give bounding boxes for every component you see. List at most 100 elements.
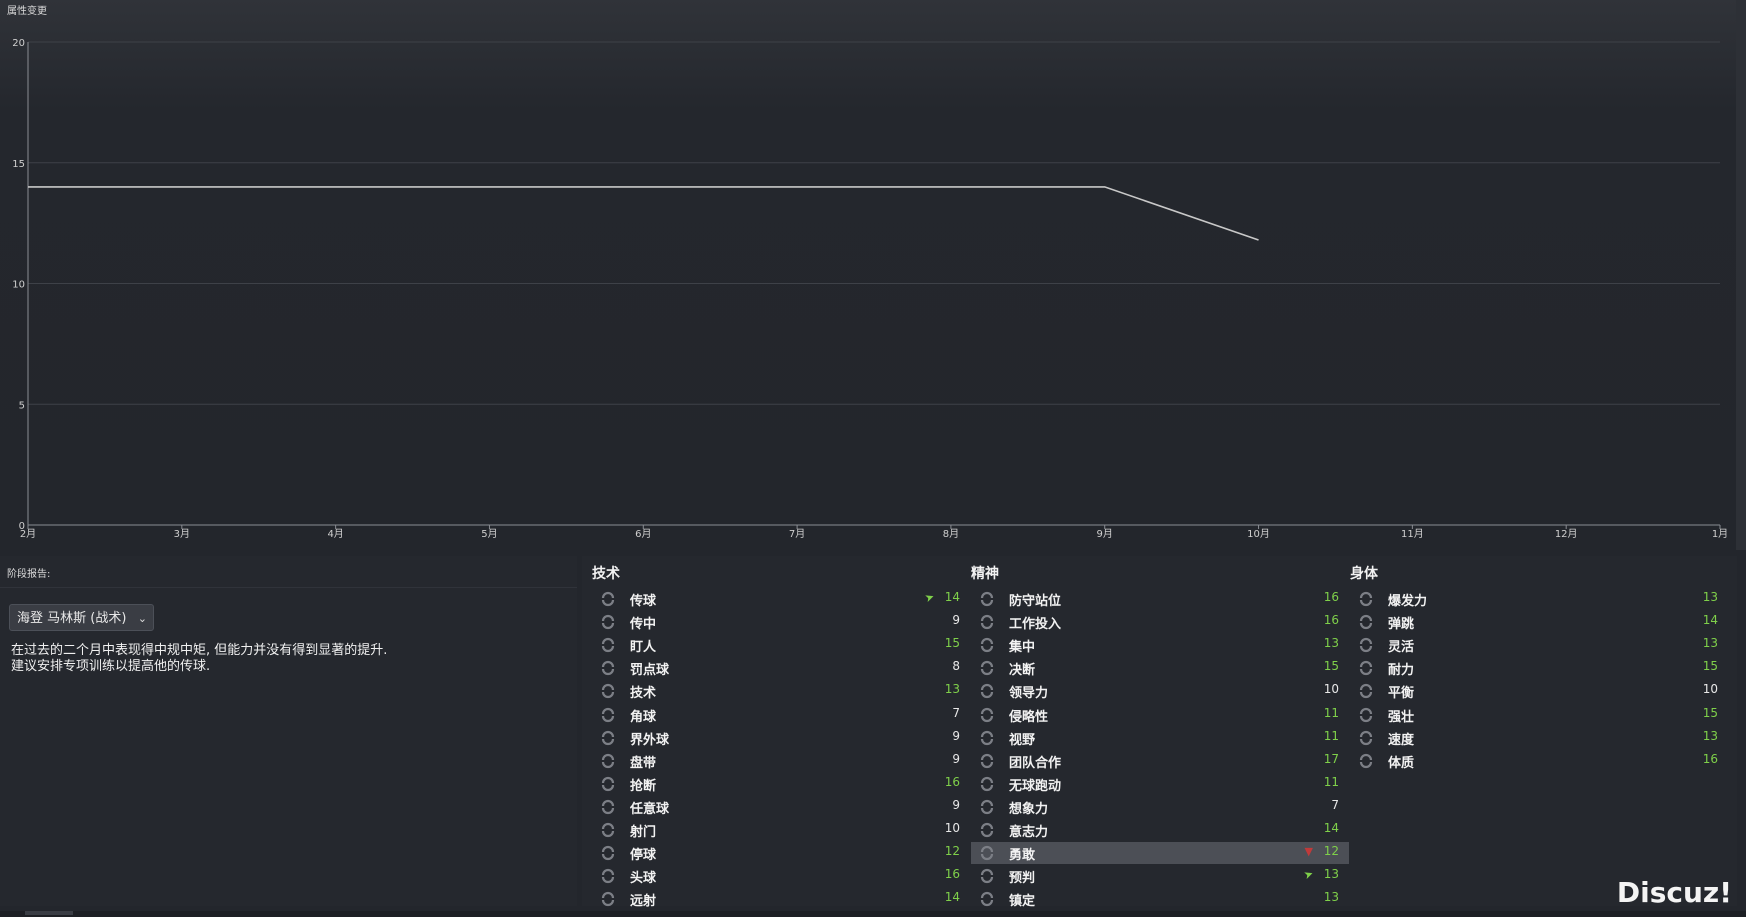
attribute-name: 领导力 bbox=[1009, 686, 1049, 702]
attribute-name: 镇定 bbox=[1009, 894, 1036, 910]
attribute-value: 13 bbox=[1702, 636, 1718, 651]
attribute-row[interactable]: 团队合作 17 bbox=[971, 750, 1349, 772]
training-cycle-icon[interactable] bbox=[979, 614, 995, 630]
attribute-row[interactable]: 意志力 14 bbox=[971, 819, 1349, 841]
attribute-row[interactable]: 勇敢 ▼ 12 bbox=[971, 842, 1349, 865]
physical-title: 身体 bbox=[1350, 566, 1378, 582]
x-tick-label: 10月 bbox=[1247, 528, 1270, 540]
attribute-row[interactable]: 界外球 9 bbox=[592, 727, 970, 749]
bottom-tab[interactable] bbox=[25, 911, 73, 915]
attribute-row[interactable]: 盘带 9 bbox=[592, 750, 970, 772]
attribute-value: 14 bbox=[1702, 613, 1718, 628]
x-tick-label: 3月 bbox=[174, 528, 190, 540]
attribute-row[interactable]: 想象力 7 bbox=[971, 796, 1349, 818]
training-cycle-icon[interactable] bbox=[600, 822, 616, 838]
attribute-row[interactable]: 集中 13 bbox=[971, 634, 1349, 656]
attribute-row[interactable]: 远射 14 bbox=[592, 888, 970, 910]
attribute-row[interactable]: 头球 16 bbox=[592, 865, 970, 887]
training-cycle-icon[interactable] bbox=[1358, 730, 1374, 746]
training-cycle-icon[interactable] bbox=[979, 683, 995, 699]
training-cycle-icon[interactable] bbox=[600, 637, 616, 653]
training-cycle-icon[interactable] bbox=[1358, 683, 1374, 699]
training-cycle-icon[interactable] bbox=[600, 730, 616, 746]
training-cycle-icon[interactable] bbox=[600, 776, 616, 792]
attribute-line bbox=[28, 186, 1259, 241]
training-cycle-icon[interactable] bbox=[979, 822, 995, 838]
attribute-row[interactable]: 弹跳 14 bbox=[1350, 611, 1728, 633]
training-cycle-icon[interactable] bbox=[1358, 660, 1374, 676]
x-tick-label: 9月 bbox=[1097, 528, 1113, 540]
attribute-row[interactable]: 速度 13 bbox=[1350, 727, 1728, 749]
attribute-value: 12 bbox=[944, 844, 960, 859]
attribute-row[interactable]: 无球跑动 11 bbox=[971, 773, 1349, 795]
attribute-value: 9 bbox=[952, 797, 960, 812]
training-cycle-icon[interactable] bbox=[979, 868, 995, 884]
attribute-value: 15 bbox=[1323, 659, 1339, 674]
training-cycle-icon[interactable] bbox=[600, 868, 616, 884]
training-cycle-icon[interactable] bbox=[600, 683, 616, 699]
attribute-name: 射门 bbox=[630, 825, 657, 840]
attribute-name: 视野 bbox=[1009, 732, 1036, 748]
training-cycle-icon[interactable] bbox=[979, 707, 995, 723]
training-cycle-icon[interactable] bbox=[979, 730, 995, 746]
scrollbar[interactable] bbox=[1736, 0, 1746, 550]
attribute-row[interactable]: 耐力 15 bbox=[1350, 657, 1728, 679]
attribute-row[interactable]: 领导力 10 bbox=[971, 680, 1349, 702]
attribute-value: 11 bbox=[1323, 705, 1339, 720]
attribute-row[interactable]: 传球 ➤ 14 bbox=[592, 588, 970, 610]
attribute-row[interactable]: 盯人 15 bbox=[592, 634, 970, 656]
attribute-row[interactable]: 技术 13 bbox=[592, 680, 970, 702]
attribute-row[interactable]: 射门 10 bbox=[592, 819, 970, 841]
attribute-row[interactable]: 罚点球 8 bbox=[592, 657, 970, 679]
attribute-name: 抢断 bbox=[630, 778, 657, 794]
training-cycle-icon[interactable] bbox=[979, 591, 995, 607]
attribute-value: 9 bbox=[952, 613, 960, 628]
training-cycle-icon[interactable] bbox=[1358, 753, 1374, 769]
attribute-row[interactable]: 传中 9 bbox=[592, 611, 970, 633]
attribute-row[interactable]: 爆发力 13 bbox=[1350, 588, 1728, 610]
attribute-row[interactable]: 停球 12 bbox=[592, 842, 970, 864]
attribute-row[interactable]: 体质 16 bbox=[1350, 750, 1728, 772]
training-cycle-icon[interactable] bbox=[600, 614, 616, 630]
attribute-name: 界外球 bbox=[630, 732, 670, 748]
training-cycle-icon[interactable] bbox=[600, 753, 616, 769]
attribute-row[interactable]: 预判 ➤ 13 bbox=[971, 865, 1349, 887]
trend-up-icon: ➤ bbox=[1301, 867, 1315, 883]
attribute-row[interactable]: 视野 11 bbox=[971, 727, 1349, 749]
training-cycle-icon[interactable] bbox=[979, 660, 995, 676]
training-cycle-icon[interactable] bbox=[979, 753, 995, 769]
training-cycle-icon[interactable] bbox=[1358, 591, 1374, 607]
attribute-value: 11 bbox=[1323, 774, 1339, 789]
attribute-row[interactable]: 强壮 15 bbox=[1350, 704, 1728, 726]
attribute-row[interactable]: 角球 7 bbox=[592, 704, 970, 726]
attribute-row[interactable]: 决断 15 bbox=[971, 657, 1349, 679]
attribute-row[interactable]: 平衡 10 bbox=[1350, 680, 1728, 702]
attribute-row[interactable]: 防守站位 16 bbox=[971, 588, 1349, 610]
training-cycle-icon[interactable] bbox=[600, 799, 616, 815]
attribute-row[interactable]: 工作投入 16 bbox=[971, 611, 1349, 633]
training-cycle-icon[interactable] bbox=[979, 776, 995, 792]
training-cycle-icon[interactable] bbox=[1358, 614, 1374, 630]
training-cycle-icon[interactable] bbox=[600, 891, 616, 907]
attribute-row[interactable]: 抢断 16 bbox=[592, 773, 970, 795]
attribute-row[interactable]: 侵略性 11 bbox=[971, 704, 1349, 726]
training-cycle-icon[interactable] bbox=[600, 591, 616, 607]
training-cycle-icon[interactable] bbox=[979, 637, 995, 653]
training-cycle-icon[interactable] bbox=[1358, 707, 1374, 723]
attribute-row[interactable]: 任意球 9 bbox=[592, 796, 970, 818]
attribute-name: 头球 bbox=[630, 871, 657, 887]
training-cycle-icon[interactable] bbox=[979, 891, 995, 907]
coach-dropdown[interactable]: 海登 马林斯 (战术) ⌄ bbox=[9, 604, 154, 631]
training-cycle-icon[interactable] bbox=[600, 660, 616, 676]
attribute-name: 体质 bbox=[1388, 755, 1415, 771]
attribute-name: 远射 bbox=[630, 894, 657, 910]
attribute-row[interactable]: 灵活 13 bbox=[1350, 634, 1728, 656]
attribute-row[interactable]: 镇定 13 bbox=[971, 888, 1349, 910]
report-line: 在过去的二个月中表现得中规中矩, 但能力并没有得到显著的提升. bbox=[11, 643, 388, 658]
training-cycle-icon[interactable] bbox=[979, 845, 995, 861]
training-cycle-icon[interactable] bbox=[600, 707, 616, 723]
training-cycle-icon[interactable] bbox=[1358, 637, 1374, 653]
attribute-value: 9 bbox=[952, 751, 960, 766]
training-cycle-icon[interactable] bbox=[600, 845, 616, 861]
training-cycle-icon[interactable] bbox=[979, 799, 995, 815]
